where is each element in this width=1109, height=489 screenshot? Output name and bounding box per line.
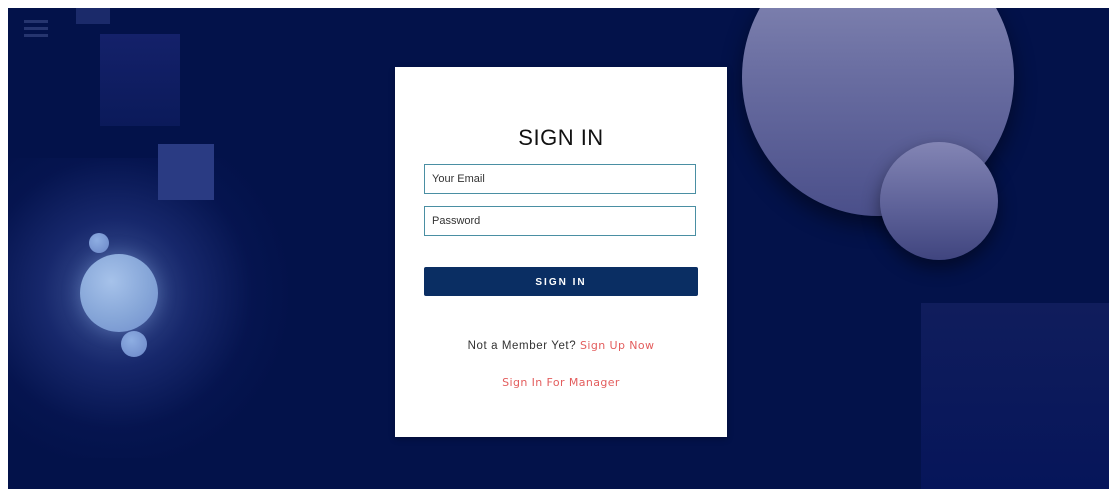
manager-signin-link[interactable]: Sign In For Manager [502,376,620,389]
member-prompt-row: Not a Member Yet? Sign Up Now [395,339,727,352]
hamburger-line [24,34,48,37]
member-prompt-text: Not a Member Yet? [467,340,577,352]
decor-square [921,303,1109,489]
email-field[interactable] [424,164,696,194]
decor-bubble [80,254,158,332]
signin-card: SIGN IN SIGN IN Not a Member Yet? Sign U… [395,67,727,437]
decor-bubble [89,233,109,253]
signin-button[interactable]: SIGN IN [424,267,698,296]
decor-square [100,34,180,126]
decor-bubble [121,331,147,357]
decor-square [158,144,214,200]
hamburger-line [24,20,48,23]
hamburger-line [24,27,48,30]
login-background: SIGN IN SIGN IN Not a Member Yet? Sign U… [8,8,1109,489]
decor-square [76,8,110,24]
signup-link[interactable]: Sign Up Now [580,339,654,352]
decor-sphere [880,142,998,260]
password-field[interactable] [424,206,696,236]
manager-row: Sign In For Manager [395,373,727,391]
hamburger-icon[interactable] [24,20,48,38]
page-title: SIGN IN [518,125,604,150]
